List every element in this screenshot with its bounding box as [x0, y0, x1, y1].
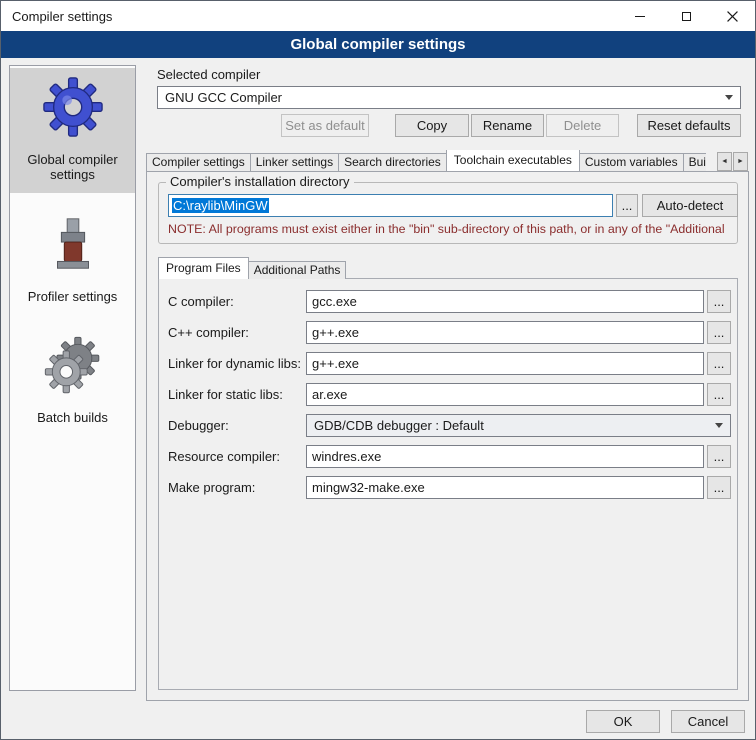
sidebar-item-batch-builds[interactable]: Batch builds	[10, 326, 135, 435]
tab-linker-settings[interactable]: Linker settings	[250, 153, 339, 171]
settings-category-list: Global compiler settings Profiler settin…	[9, 65, 136, 691]
linker-static-input[interactable]	[306, 383, 704, 406]
debugger-select[interactable]: GDB/CDB debugger : Default	[306, 414, 731, 437]
tab-scroll-right-button[interactable]: ►	[733, 152, 748, 171]
sidebar-item-label: Batch builds	[13, 410, 132, 425]
cancel-button[interactable]: Cancel	[671, 710, 745, 733]
dialog-header: Global compiler settings	[1, 31, 755, 58]
window-title: Compiler settings	[1, 9, 112, 24]
compiler-select[interactable]: GNU GCC Compiler	[157, 86, 741, 109]
tab-program-files[interactable]: Program Files	[158, 257, 249, 279]
cpp-compiler-label: C++ compiler:	[168, 325, 306, 340]
tab-build-options[interactable]: Build	[683, 153, 706, 171]
maximize-icon	[682, 12, 691, 21]
window-controls	[617, 1, 755, 31]
make-program-input[interactable]	[306, 476, 704, 499]
debugger-select-value: GDB/CDB debugger : Default	[314, 418, 484, 433]
program-tabs: Program Files Additional Paths	[158, 258, 346, 279]
arrow-right-icon: ►	[737, 158, 744, 165]
cpp-compiler-row: C++ compiler: ...	[168, 321, 737, 344]
linker-static-row: Linker for static libs: ...	[168, 383, 737, 406]
linker-static-browse-button[interactable]: ...	[707, 383, 731, 406]
tab-scroll-left-button[interactable]: ◄	[717, 152, 732, 171]
sidebar-item-profiler-settings[interactable]: Profiler settings	[10, 205, 135, 314]
set-as-default-button[interactable]: Set as default	[281, 114, 369, 137]
rename-button[interactable]: Rename	[471, 114, 544, 137]
sidebar-item-global-compiler-settings[interactable]: Global compiler settings	[10, 68, 135, 193]
resource-compiler-input[interactable]	[306, 445, 704, 468]
linker-static-label: Linker for static libs:	[168, 387, 306, 402]
chevron-down-icon	[715, 423, 723, 428]
compiler-action-buttons: Set as default Copy Rename Delete Reset …	[157, 114, 741, 137]
c-compiler-row: C compiler: ...	[168, 290, 737, 313]
c-compiler-label: C compiler:	[168, 294, 306, 309]
tab-compiler-settings[interactable]: Compiler settings	[146, 153, 251, 171]
install-dir-input[interactable]: C:\raylib\MinGW	[168, 194, 613, 217]
delete-button[interactable]: Delete	[546, 114, 619, 137]
compiler-select-value: GNU GCC Compiler	[165, 90, 282, 105]
reset-defaults-button[interactable]: Reset defaults	[637, 114, 741, 137]
tab-search-directories[interactable]: Search directories	[338, 153, 447, 171]
gear-gray-icon	[42, 334, 104, 396]
minimize-button[interactable]	[617, 1, 663, 31]
install-dir-note: NOTE: All programs must exist either in …	[168, 222, 746, 236]
gear-blue-icon	[42, 76, 104, 138]
chevron-down-icon	[725, 95, 733, 100]
linker-dynamic-input[interactable]	[306, 352, 704, 375]
install-dir-group-label: Compiler's installation directory	[166, 174, 354, 189]
tab-custom-variables[interactable]: Custom variables	[579, 153, 684, 171]
linker-dynamic-browse-button[interactable]: ...	[707, 352, 731, 375]
sidebar-item-label: Global compiler settings	[13, 152, 132, 183]
dialog-header-title: Global compiler settings	[290, 36, 465, 53]
cpp-compiler-input[interactable]	[306, 321, 704, 344]
sidebar-item-label: Profiler settings	[13, 289, 132, 304]
arrow-left-icon: ◄	[721, 158, 728, 165]
resource-compiler-browse-button[interactable]: ...	[707, 445, 731, 468]
tab-toolchain-executables[interactable]: Toolchain executables	[446, 150, 580, 171]
selected-compiler-label: Selected compiler	[157, 67, 260, 82]
resource-compiler-label: Resource compiler:	[168, 449, 306, 464]
linker-dynamic-label: Linker for dynamic libs:	[168, 356, 306, 371]
close-icon	[727, 11, 738, 22]
toolchain-executables-panel: Compiler's installation directory C:\ray…	[146, 171, 749, 701]
ok-button[interactable]: OK	[586, 710, 660, 733]
cpp-compiler-browse-button[interactable]: ...	[707, 321, 731, 344]
c-compiler-input[interactable]	[306, 290, 704, 313]
settings-tabs: Compiler settings Linker settings Search…	[146, 150, 706, 171]
compiler-settings-window: Compiler settings Global compiler settin…	[0, 0, 756, 740]
resource-compiler-row: Resource compiler: ...	[168, 445, 737, 468]
linker-dynamic-row: Linker for dynamic libs: ...	[168, 352, 737, 375]
maximize-button[interactable]	[663, 1, 709, 31]
tab-additional-paths[interactable]: Additional Paths	[248, 261, 347, 279]
auto-detect-button[interactable]: Auto-detect	[642, 194, 738, 217]
debugger-label: Debugger:	[168, 418, 306, 433]
profiler-tool-icon	[42, 213, 104, 275]
install-dir-browse-button[interactable]: ...	[616, 194, 638, 217]
make-program-row: Make program: ...	[168, 476, 737, 499]
titlebar[interactable]: Compiler settings	[1, 1, 755, 31]
install-dir-value: C:\raylib\MinGW	[172, 198, 269, 213]
minimize-icon	[635, 16, 645, 17]
make-program-browse-button[interactable]: ...	[707, 476, 731, 499]
c-compiler-browse-button[interactable]: ...	[707, 290, 731, 313]
make-program-label: Make program:	[168, 480, 306, 495]
copy-button[interactable]: Copy	[395, 114, 469, 137]
close-button[interactable]	[709, 1, 755, 31]
debugger-row: Debugger: GDB/CDB debugger : Default	[168, 414, 737, 437]
program-files-panel: C compiler: ... C++ compiler: ... Linker…	[158, 278, 738, 690]
